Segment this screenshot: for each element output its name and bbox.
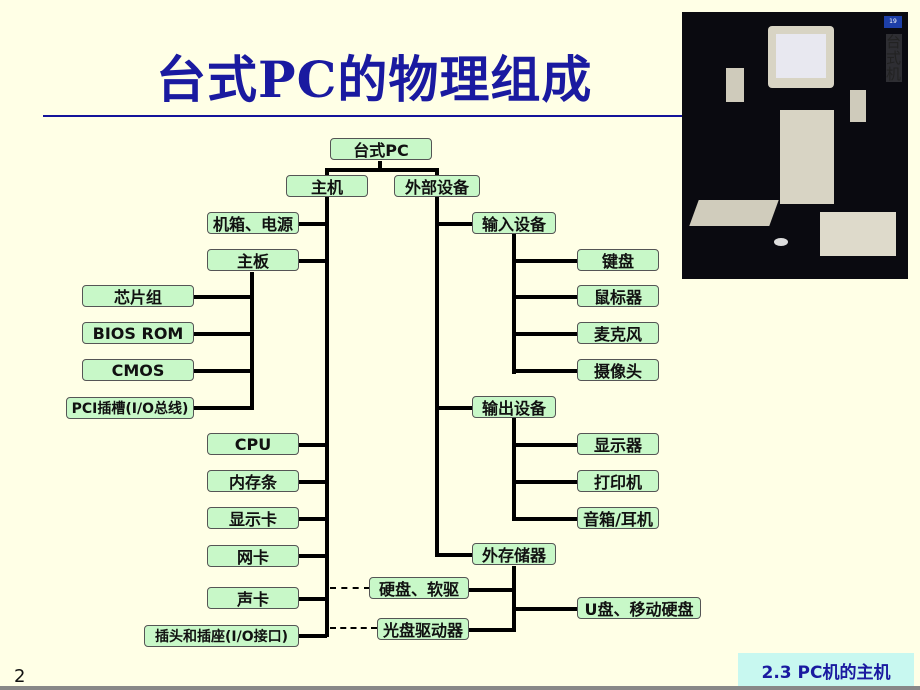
node-keyboard: 键盘 — [577, 249, 659, 271]
speaker-left-image — [726, 68, 744, 102]
mouse-image — [774, 238, 788, 246]
node-motherboard: 主板 — [207, 249, 299, 271]
node-input-devices: 输入设备 — [472, 212, 556, 234]
connector — [512, 607, 578, 611]
connector — [193, 295, 253, 299]
node-optical-drive: 光盘驱动器 — [377, 618, 469, 640]
photo-vertical-label: 台式机 — [886, 33, 902, 83]
node-display: 显示器 — [577, 433, 659, 455]
connector — [297, 259, 327, 263]
printer-image — [820, 212, 896, 256]
connector — [468, 628, 514, 632]
connector — [435, 222, 473, 226]
connector — [193, 406, 253, 410]
node-sound-card: 声卡 — [207, 587, 299, 609]
connector — [297, 443, 327, 447]
motherboard-trunk — [250, 272, 254, 410]
slide-title: 台式PC的物理组成 — [156, 50, 593, 109]
speaker-right-image — [850, 90, 866, 122]
connector — [297, 480, 327, 484]
connector — [512, 295, 578, 299]
monitor-screen-image — [776, 34, 826, 78]
node-camera: 摄像头 — [577, 359, 659, 381]
node-bios-rom: BIOS ROM — [82, 322, 194, 344]
connector — [297, 634, 327, 638]
node-case-power: 机箱、电源 — [207, 212, 299, 234]
bottom-border — [0, 686, 920, 690]
tower-case-image — [780, 110, 834, 204]
node-network-card: 网卡 — [207, 545, 299, 567]
input-trunk — [512, 234, 516, 374]
node-pci-slot: PCI插槽(I/O总线) — [66, 397, 194, 419]
node-usb-drive: U盘、移动硬盘 — [577, 597, 701, 619]
connector — [468, 588, 514, 592]
connector — [435, 553, 473, 557]
connector — [297, 517, 327, 521]
node-memory: 内存条 — [207, 470, 299, 492]
output-trunk — [512, 418, 516, 521]
node-microphone: 麦克风 — [577, 322, 659, 344]
node-chipset: 芯片组 — [82, 285, 194, 307]
host-trunk — [325, 197, 329, 637]
node-printer: 打印机 — [577, 470, 659, 492]
node-mouse: 鼠标器 — [577, 285, 659, 307]
node-output-devices: 输出设备 — [472, 396, 556, 418]
node-cmos: CMOS — [82, 359, 194, 381]
desktop-pc-photo: 19 台式机 — [682, 12, 908, 279]
section-footer: 2.3 PC机的主机 — [738, 653, 914, 688]
connector — [512, 517, 578, 521]
connector — [297, 222, 327, 226]
connector — [297, 554, 327, 558]
connector — [193, 369, 253, 373]
title-underline — [43, 115, 683, 117]
connector — [512, 480, 578, 484]
node-speakers: 音箱/耳机 — [577, 507, 659, 529]
node-host: 主机 — [286, 175, 368, 197]
connector — [512, 332, 578, 336]
connector — [435, 406, 473, 410]
node-desktop-pc: 台式PC — [330, 138, 432, 160]
connector — [325, 168, 438, 172]
connector — [512, 443, 578, 447]
node-video-card: 显示卡 — [207, 507, 299, 529]
connector — [512, 369, 578, 373]
dashed-link-optical — [330, 627, 377, 629]
storage-trunk — [512, 566, 516, 632]
page-number: 2 — [14, 666, 26, 687]
dashed-link-disk — [330, 587, 370, 589]
node-hdd-floppy: 硬盘、软驱 — [369, 577, 469, 599]
node-peripherals: 外部设备 — [394, 175, 480, 197]
connector — [193, 332, 253, 336]
photo-page-badge: 19 — [884, 16, 902, 28]
keyboard-image — [689, 200, 779, 226]
connector — [297, 597, 327, 601]
node-external-storage: 外存储器 — [472, 543, 556, 565]
node-cpu: CPU — [207, 433, 299, 455]
peripherals-trunk — [435, 197, 439, 557]
connector — [512, 259, 578, 263]
node-io-ports: 插头和插座(I/O接口) — [144, 625, 299, 647]
